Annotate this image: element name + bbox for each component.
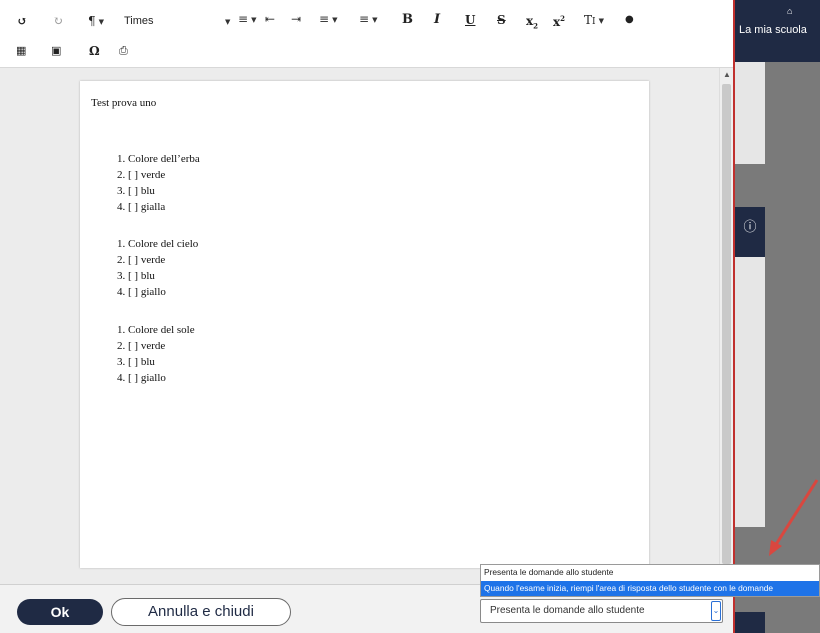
question-mode-dropdown-list[interactable]: Presenta le domande allo studente Quando…: [480, 564, 820, 597]
outdent-icon[interactable]: ⇤: [265, 12, 275, 26]
ordered-list-dropdown[interactable]: ≡ ▼: [319, 12, 337, 27]
scrollbar-thumb[interactable]: [722, 84, 731, 564]
unordered-list-dropdown[interactable]: ≡ ▼: [359, 12, 377, 27]
list-item: 3. [ ] blu: [117, 270, 155, 282]
paragraph-icon: ¶: [88, 14, 96, 28]
table-icon[interactable]: ▦: [16, 44, 26, 58]
background-bottom-bar: [735, 612, 765, 633]
print-icon[interactable]: ⎙: [119, 44, 128, 58]
document-title: Test prova uno: [91, 97, 157, 109]
scroll-up-arrow-icon[interactable]: ▲: [723, 70, 731, 79]
help-icon[interactable]: ⓘ: [735, 207, 765, 257]
redo-icon[interactable]: ↻: [53, 14, 63, 28]
list-item: 1. Colore del sole: [117, 324, 195, 336]
image-icon[interactable]: ▣: [51, 44, 61, 58]
list-item: 2. [ ] verde: [117, 340, 166, 352]
nav-label-my-school[interactable]: La mia scuola: [739, 24, 807, 36]
strikethrough-icon[interactable]: S: [497, 13, 506, 27]
subscript-icon[interactable]: x2: [526, 14, 538, 33]
color-drop-icon[interactable]: ●: [625, 13, 634, 27]
vertical-scrollbar[interactable]: ▲: [719, 68, 733, 584]
paragraph-format-dropdown[interactable]: ¶ ▼: [88, 14, 104, 29]
text-size-icon: T: [584, 13, 593, 27]
list-item: 1. Colore del cielo: [117, 238, 199, 250]
editor-content-area[interactable]: Test prova uno 1. Colore dell’erba 2. [ …: [0, 68, 733, 584]
font-family-dropdown[interactable]: Times: [124, 14, 154, 28]
background-panel: [735, 257, 765, 527]
superscript-icon[interactable]: x2: [553, 12, 565, 29]
list-item: 3. [ ] blu: [117, 185, 155, 197]
list-item: 2. [ ] verde: [117, 254, 166, 266]
list-item: 2. [ ] verde: [117, 169, 166, 181]
align-left-icon: ≡: [238, 12, 249, 26]
dropdown-option-highlighted[interactable]: Quando l'esame inizia, riempi l'area di …: [481, 580, 819, 596]
dropdown-option[interactable]: Presenta le domande allo studente: [481, 565, 819, 581]
chevron-down-icon[interactable]: ⌄: [711, 601, 721, 621]
document-page[interactable]: Test prova uno 1. Colore dell’erba 2. [ …: [80, 81, 649, 568]
list-item: 4. [ ] giallo: [117, 286, 166, 298]
bold-icon[interactable]: B: [402, 13, 413, 27]
list-item: 4. [ ] giallo: [117, 372, 166, 384]
underline-icon[interactable]: U: [465, 13, 475, 27]
unordered-list-icon: ≡: [359, 12, 370, 26]
font-family-label: Times: [124, 15, 154, 27]
font-family-caret-icon[interactable]: ▼: [222, 14, 230, 29]
list-item: 1. Colore dell’erba: [117, 153, 200, 165]
ok-button[interactable]: Ok: [17, 599, 103, 625]
question-block: 1. Colore del sole 2. [ ] verde 3. [ ] b…: [117, 322, 195, 386]
editor-toolbar: ↺ ↻ ¶ ▼ Times ▼ ≡ ▼ ⇤ ⇥ ≡ ▼ ≡ ▼ B I U S x2 x…: [0, 0, 733, 68]
list-item: 3. [ ] blu: [117, 356, 155, 368]
background-panel: [735, 62, 765, 164]
special-char-omega-icon[interactable]: Ω: [89, 44, 100, 58]
indent-icon[interactable]: ⇥: [291, 12, 301, 26]
align-dropdown[interactable]: ≡ ▼: [238, 12, 256, 27]
ordered-list-icon: ≡: [319, 12, 330, 26]
background-navbar: ⌂ La mia scuola: [735, 0, 820, 62]
home-icon[interactable]: ⌂: [787, 6, 792, 16]
question-block: 1. Colore del cielo 2. [ ] verde 3. [ ] …: [117, 236, 198, 300]
undo-icon[interactable]: ↺: [17, 14, 27, 28]
question-block: 1. Colore dell’erba 2. [ ] verde 3. [ ] …: [117, 151, 200, 215]
editor-dialog: ↺ ↻ ¶ ▼ Times ▼ ≡ ▼ ⇤ ⇥ ≡ ▼ ≡ ▼ B I U S x2 x…: [0, 0, 735, 633]
italic-icon[interactable]: I: [434, 13, 440, 27]
cancel-and-close-button[interactable]: Annulla e chiudi: [111, 598, 291, 626]
list-item: 4. [ ] gialla: [117, 201, 166, 213]
annotation-arrow-icon: [769, 479, 819, 556]
select-current-value: Presenta le domande allo studente: [490, 605, 645, 616]
font-size-dropdown[interactable]: TI ▼: [584, 13, 604, 29]
question-mode-select[interactable]: Presenta le domande allo studente ⌄: [480, 599, 723, 623]
